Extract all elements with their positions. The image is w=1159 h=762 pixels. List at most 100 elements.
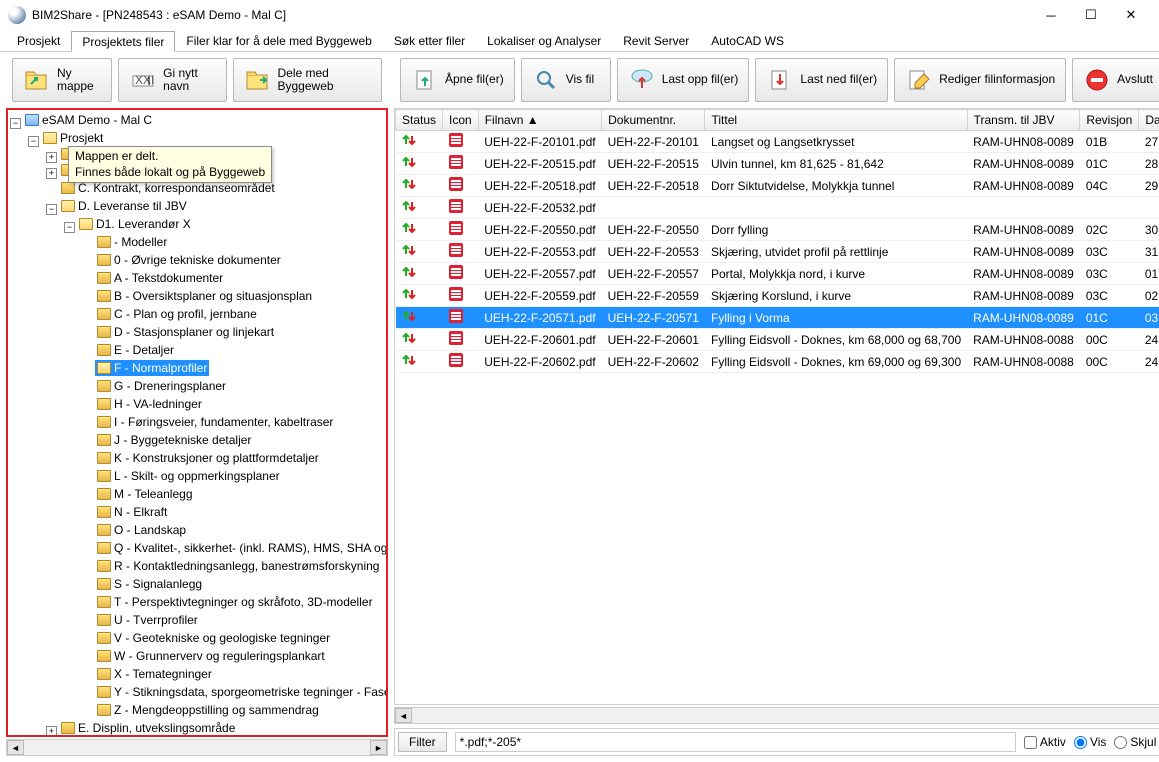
scroll-right-icon[interactable]: ► [370, 740, 387, 755]
tree-node[interactable]: B - Oversiktsplaner og situasjonsplan [95, 288, 314, 304]
folder-tree[interactable]: Mappen er delt. Finnes både lokalt og på… [6, 108, 388, 737]
table-row[interactable]: UEH-22-F-20557.pdf UEH-22-F-20557 Portal… [396, 263, 1159, 285]
scroll-left-icon[interactable]: ◄ [395, 708, 412, 723]
tree-node[interactable]: eSAM Demo - Mal C [23, 112, 154, 128]
tree-node[interactable]: 0 - Øvrige tekniske dokumenter [95, 252, 283, 268]
tree-node[interactable]: A - Tekstdokumenter [95, 270, 225, 286]
expander-icon[interactable] [82, 633, 93, 644]
filter-vis-radio[interactable]: Vis [1074, 735, 1106, 749]
table-header[interactable]: Status [396, 110, 443, 131]
expander-icon[interactable] [82, 435, 93, 446]
expander-icon[interactable] [82, 381, 93, 392]
expander-icon[interactable] [82, 543, 93, 554]
expander-icon[interactable] [82, 453, 93, 464]
download-button[interactable]: Last ned fil(er) [755, 58, 888, 102]
table-header[interactable]: Dokumentnr. [602, 110, 705, 131]
edit-info-button[interactable]: Rediger filinformasjon [894, 58, 1066, 102]
expander-icon[interactable] [82, 687, 93, 698]
tree-node[interactable]: S - Signalanlegg [95, 576, 204, 592]
tree-node[interactable]: C - Plan og profil, jernbane [95, 306, 259, 322]
table-row[interactable]: UEH-22-F-20101.pdf UEH-22-F-20101 Langse… [396, 131, 1159, 153]
expander-icon[interactable]: − [64, 222, 75, 233]
table-row[interactable]: UEH-22-F-20602.pdf UEH-22-F-20602 Fyllin… [396, 351, 1159, 373]
menu-item-3[interactable]: Søk etter filer [383, 30, 476, 51]
tree-node[interactable]: - Modeller [95, 234, 169, 250]
table-row[interactable]: UEH-22-F-20515.pdf UEH-22-F-20515 Ulvin … [396, 153, 1159, 175]
expander-icon[interactable] [82, 651, 93, 662]
tree-node[interactable]: D1. Leverandør X [77, 216, 193, 232]
table-row[interactable]: UEH-22-F-20571.pdf UEH-22-F-20571 Fyllin… [396, 307, 1159, 329]
tree-hscroll[interactable]: ◄ ► [6, 739, 388, 756]
expander-icon[interactable] [46, 183, 57, 194]
tree-node[interactable]: K - Konstruksjoner og plattformdetaljer [95, 450, 321, 466]
expander-icon[interactable] [82, 615, 93, 626]
table-header[interactable]: Transm. til JBV [967, 110, 1080, 131]
tree-node[interactable]: I - Føringsveier, fundamenter, kabeltras… [95, 414, 335, 430]
table-header[interactable]: Revisjon [1080, 110, 1139, 131]
upload-button[interactable]: Last opp fil(er) [617, 58, 750, 102]
table-row[interactable]: UEH-22-F-20601.pdf UEH-22-F-20601 Fyllin… [396, 329, 1159, 351]
tree-node[interactable]: W - Grunnerverv og reguleringsplankart [95, 648, 327, 664]
menu-item-0[interactable]: Prosjekt [6, 30, 71, 51]
tree-node[interactable]: H - VA-ledninger [95, 396, 204, 412]
table-header[interactable]: Icon [443, 110, 479, 131]
expander-icon[interactable] [82, 669, 93, 680]
expander-icon[interactable]: + [46, 726, 57, 737]
filter-skjul-radio[interactable]: Skjul [1114, 735, 1156, 749]
expander-icon[interactable] [82, 399, 93, 410]
expander-icon[interactable] [82, 237, 93, 248]
expander-icon[interactable]: − [10, 118, 21, 129]
tree-node[interactable]: X - Temategninger [95, 666, 214, 682]
expander-icon[interactable]: + [46, 152, 57, 163]
tree-node[interactable]: D. Leveranse til JBV [59, 198, 189, 214]
table-header[interactable]: Tittel [705, 110, 967, 131]
menu-item-4[interactable]: Lokaliser og Analyser [476, 30, 612, 51]
filter-label[interactable]: Filter [398, 732, 447, 752]
table-row[interactable]: UEH-22-F-20532.pdf [396, 197, 1159, 219]
maximize-button[interactable]: ☐ [1071, 1, 1111, 29]
expander-icon[interactable] [82, 561, 93, 572]
expander-icon[interactable] [82, 507, 93, 518]
tree-node[interactable]: U - Tverrprofiler [95, 612, 200, 628]
expander-icon[interactable] [82, 309, 93, 320]
tree-node[interactable]: G - Dreneringsplaner [95, 378, 228, 394]
tree-node[interactable]: E - Detaljer [95, 342, 176, 358]
close-button[interactable]: ✕ [1111, 1, 1151, 29]
expander-icon[interactable] [82, 597, 93, 608]
share-button[interactable]: Dele med Byggeweb [233, 58, 383, 102]
tree-node[interactable]: Z - Mengdeoppstilling og sammendrag [95, 702, 321, 718]
table-row[interactable]: UEH-22-F-20518.pdf UEH-22-F-20518 Dorr S… [396, 175, 1159, 197]
tree-node[interactable]: N - Elkraft [95, 504, 169, 520]
expander-icon[interactable] [82, 363, 93, 374]
rename-button[interactable]: XXI Gi nytt navn [118, 58, 226, 102]
tree-node[interactable]: Prosjekt [41, 130, 105, 146]
tree-node[interactable]: L - Skilt- og oppmerkingsplaner [95, 468, 282, 484]
expander-icon[interactable] [82, 579, 93, 590]
tree-node[interactable]: Y - Stikningsdata, sporgeometriske tegni… [95, 684, 388, 700]
menu-item-2[interactable]: Filer klar for å dele med Byggeweb [175, 30, 382, 51]
menu-item-5[interactable]: Revit Server [612, 30, 700, 51]
table-header[interactable]: Filnavn ▲ [478, 110, 601, 131]
open-file-button[interactable]: Åpne fil(er) [400, 58, 515, 102]
expander-icon[interactable] [82, 525, 93, 536]
menu-item-6[interactable]: AutoCAD WS [700, 30, 795, 51]
tree-node[interactable]: F - Normalprofiler [95, 360, 209, 376]
expander-icon[interactable] [82, 327, 93, 338]
tree-node[interactable]: R - Kontaktledningsanlegg, banestrømsfor… [95, 558, 381, 574]
expander-icon[interactable] [82, 417, 93, 428]
new-folder-button[interactable]: Ny mappe [12, 58, 112, 102]
table-row[interactable]: UEH-22-F-20553.pdf UEH-22-F-20553 Skjæri… [396, 241, 1159, 263]
expander-icon[interactable] [82, 345, 93, 356]
tree-node[interactable]: Q - Kvalitet-, sikkerhet- (inkl. RAMS), … [95, 540, 388, 556]
tree-node[interactable]: V - Geotekniske og geologiske tegninger [95, 630, 332, 646]
expander-icon[interactable] [82, 255, 93, 266]
table-row[interactable]: UEH-22-F-20559.pdf UEH-22-F-20559 Skjæri… [396, 285, 1159, 307]
expander-icon[interactable] [82, 291, 93, 302]
expander-icon[interactable] [82, 273, 93, 284]
file-table[interactable]: StatusIconFilnavn ▲Dokumentnr.TittelTran… [394, 108, 1159, 705]
tree-node[interactable]: D - Stasjonsplaner og linjekart [95, 324, 276, 340]
table-row[interactable]: UEH-22-F-20550.pdf UEH-22-F-20550 Dorr f… [396, 219, 1159, 241]
expander-icon[interactable]: − [28, 136, 39, 147]
view-file-button[interactable]: Vis fil [521, 58, 611, 102]
exit-button[interactable]: Avslutt [1072, 58, 1159, 102]
